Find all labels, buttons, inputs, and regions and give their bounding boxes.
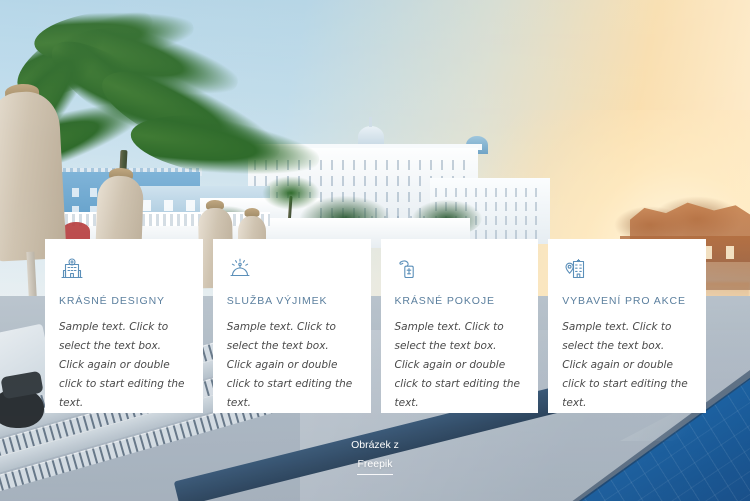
feature-cards-row: KRÁSNÉ DESIGNY Sample text. Click to sel… xyxy=(45,239,706,413)
palm-crown xyxy=(262,176,320,210)
card-title: VYBAVENÍ PRO AKCE xyxy=(562,295,686,307)
image-attribution: Obrázek z Freepik xyxy=(0,437,750,475)
feature-card[interactable]: KRÁSNÉ POKOJE Sample text. Click to sele… xyxy=(380,239,539,413)
freepik-link[interactable]: Freepik xyxy=(357,456,393,475)
card-text: Sample text. Click to select the text bo… xyxy=(59,321,185,410)
feature-card[interactable]: VYBAVENÍ PRO AKCE Sample text. Click to … xyxy=(548,239,706,413)
card-title: KRÁSNÉ DESIGNY xyxy=(59,295,165,307)
hotel-location-pin-icon xyxy=(562,256,588,282)
hotel-building-icon xyxy=(59,256,85,282)
red-parasol-top xyxy=(62,222,90,240)
card-text: Sample text. Click to select the text bo… xyxy=(394,321,520,410)
door-hanger-key-icon xyxy=(395,256,421,282)
card-title: SLUŽBA VÝJIMEK xyxy=(226,295,328,307)
card-title: KRÁSNÉ POKOJE xyxy=(394,295,495,307)
card-text: Sample text. Click to select the text bo… xyxy=(226,321,353,410)
card-text: Sample text. Click to select the text bo… xyxy=(562,321,688,410)
feature-card[interactable]: KRÁSNÉ DESIGNY Sample text. Click to sel… xyxy=(45,239,203,413)
attribution-label: Obrázek z xyxy=(351,439,399,451)
service-bell-icon xyxy=(227,256,253,282)
lit-window xyxy=(726,246,734,259)
lounger-wheel xyxy=(0,388,44,428)
feature-card[interactable]: SLUŽBA VÝJIMEK Sample text. Click to sel… xyxy=(212,239,371,413)
